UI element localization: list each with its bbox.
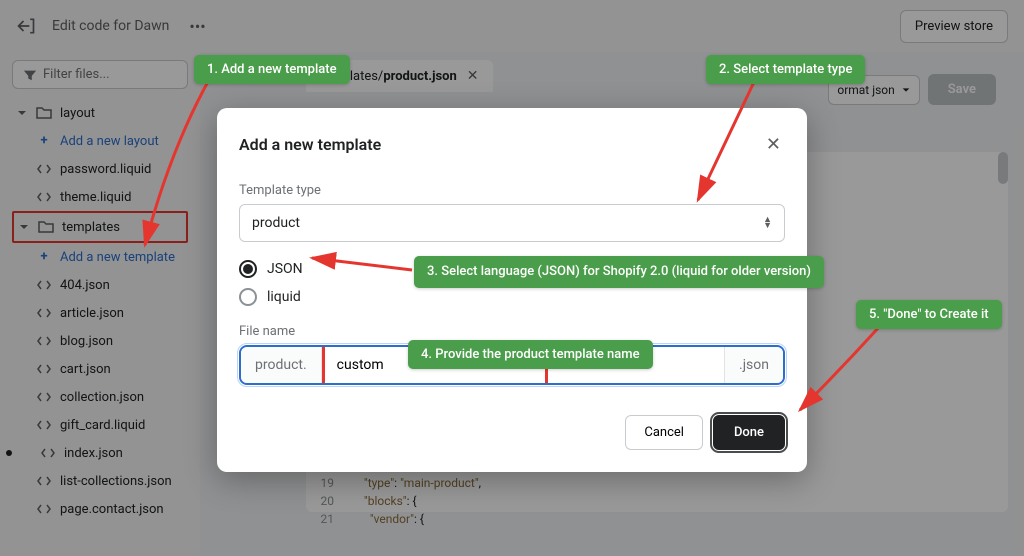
annotation-2: 2. Select template type bbox=[706, 55, 865, 84]
file-name-prefix: product. bbox=[241, 347, 322, 383]
radio-icon bbox=[239, 260, 257, 278]
select-arrows-icon: ▲▼ bbox=[763, 217, 772, 229]
radio-icon bbox=[239, 288, 257, 306]
template-type-select[interactable]: product ▲▼ bbox=[239, 204, 785, 242]
annotation-4: 4. Provide the product template name bbox=[408, 340, 653, 369]
file-name-suffix: .json bbox=[724, 347, 783, 383]
close-icon[interactable]: ✕ bbox=[762, 130, 785, 159]
cancel-button[interactable]: Cancel bbox=[625, 415, 703, 450]
file-name-label: File name bbox=[239, 324, 785, 339]
done-button[interactable]: Done bbox=[713, 415, 785, 450]
template-type-value: product bbox=[252, 215, 300, 231]
annotation-3: 3. Select language (JSON) for Shopify 2.… bbox=[414, 256, 824, 288]
radio-liquid[interactable]: liquid bbox=[239, 288, 785, 306]
annotation-5: 5. "Done" to Create it bbox=[856, 300, 1002, 329]
add-template-modal: Add a new template ✕ Template type produ… bbox=[217, 108, 807, 472]
annotation-1: 1. Add a new template bbox=[194, 55, 350, 84]
modal-title: Add a new template bbox=[239, 135, 381, 154]
template-type-label: Template type bbox=[239, 183, 785, 198]
